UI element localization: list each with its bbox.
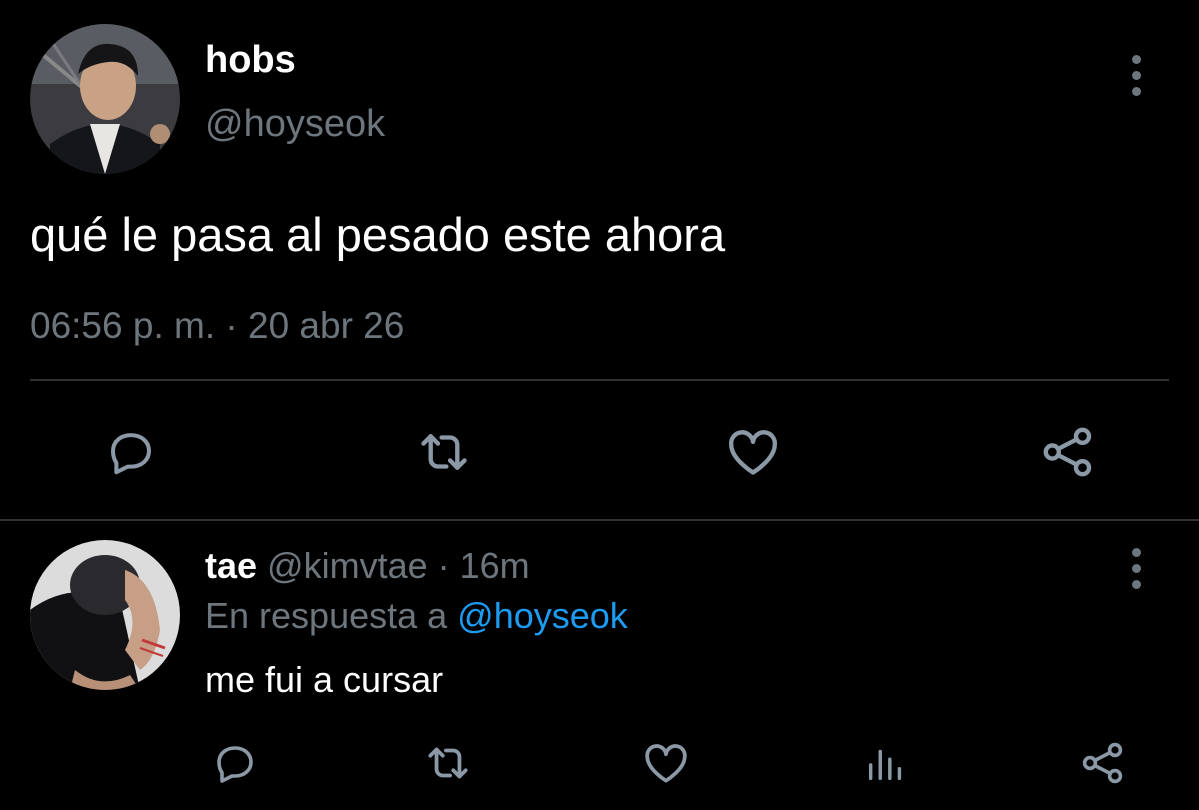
retweet-icon[interactable] [414, 422, 474, 482]
tweet-timestamp[interactable]: 06:56 p. m. · 20 abr 26 [30, 304, 404, 348]
mention-link[interactable]: @hoyseok [457, 595, 628, 636]
reply-icon[interactable] [205, 733, 265, 793]
more-options-icon[interactable] [1131, 548, 1141, 589]
display-name[interactable]: tae [205, 545, 257, 586]
avatar-photo [30, 24, 180, 174]
stats-icon[interactable] [856, 733, 916, 793]
share-icon[interactable] [1038, 422, 1098, 482]
like-icon[interactable] [723, 422, 783, 482]
tweet-text: qué le pasa al pesado este ahora [30, 208, 726, 261]
divider [30, 379, 1169, 381]
avatar-tae[interactable] [30, 540, 180, 690]
time-ago[interactable]: 16m [460, 545, 530, 586]
avatar-hobs[interactable] [30, 24, 180, 174]
more-options-icon[interactable] [1131, 55, 1141, 96]
retweet-icon[interactable] [418, 733, 478, 793]
reply-context: En respuesta a @hoyseok [205, 595, 628, 637]
display-name[interactable]: hobs [205, 38, 296, 82]
like-icon[interactable] [636, 733, 696, 793]
reply-context-label: En respuesta a [205, 595, 458, 636]
share-icon[interactable] [1073, 733, 1133, 793]
user-handle[interactable]: @hoyseok [205, 102, 385, 146]
user-handle[interactable]: @kimvtae [267, 545, 428, 586]
separator-dot: · [427, 545, 460, 586]
divider [0, 519, 1199, 521]
tweet-text: me fui a cursar [205, 659, 444, 700]
reply-icon[interactable] [101, 422, 161, 482]
avatar-photo [30, 540, 180, 690]
reply-header: tae @kimvtae · 16m [205, 545, 530, 587]
